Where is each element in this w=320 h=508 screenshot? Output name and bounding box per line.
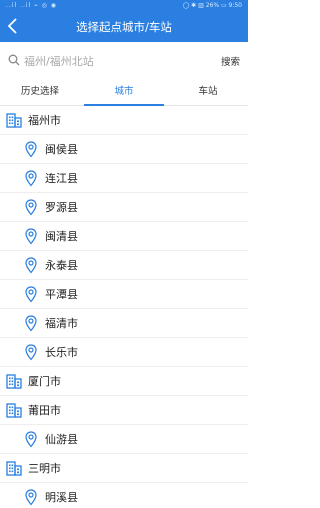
location-pin-icon <box>25 170 37 187</box>
location-pin-icon <box>25 344 37 361</box>
county-row[interactable]: 仙游县 <box>0 425 248 454</box>
location-pin-icon <box>25 315 37 332</box>
county-row[interactable]: 罗源县 <box>0 193 248 222</box>
location-pin-icon <box>25 228 37 245</box>
county-label: 永泰县 <box>45 259 78 272</box>
city-label: 莆田市 <box>28 404 61 417</box>
city-row[interactable]: 三明市 <box>0 454 248 483</box>
county-row[interactable]: 闽侯县 <box>0 135 248 164</box>
county-row[interactable]: 福清市 <box>0 309 248 338</box>
status-bar-left: ..il ..il ⌁ ◎ ◉ <box>6 2 58 9</box>
city-row[interactable]: 厦门市 <box>0 367 248 396</box>
county-row[interactable]: 闽清县 <box>0 222 248 251</box>
county-label: 连江县 <box>45 172 78 185</box>
building-icon <box>6 403 22 418</box>
county-label: 闽侯县 <box>45 143 78 156</box>
county-label: 罗源县 <box>45 201 78 214</box>
location-pin-icon <box>25 257 37 274</box>
city-label: 厦门市 <box>28 375 61 388</box>
search-input[interactable] <box>24 51 204 71</box>
county-label: 平潭县 <box>45 288 78 301</box>
county-row[interactable]: 平潭县 <box>0 280 248 309</box>
city-label: 福州市 <box>28 114 61 127</box>
location-pin-icon <box>25 286 37 303</box>
location-pin-icon <box>25 141 37 158</box>
search-button[interactable]: 搜索 <box>221 54 240 68</box>
county-row[interactable]: 永泰县 <box>0 251 248 280</box>
tab-bar: 历史选择 城市 车站 <box>0 78 248 106</box>
search-icon <box>8 54 20 66</box>
county-row[interactable]: 长乐市 <box>0 338 248 367</box>
city-row[interactable]: 莆田市 <box>0 396 248 425</box>
county-label: 闽清县 <box>45 230 78 243</box>
status-bar: ..il ..il ⌁ ◎ ◉ ◯ ✱ ▥ 26% ▭ 9:50 <box>0 0 248 11</box>
status-bar-right: ◯ ✱ ▥ 26% ▭ 9:50 <box>182 2 242 9</box>
tab-history[interactable]: 历史选择 <box>0 78 80 106</box>
city-list: 福州市 闽侯县 连江县 罗源县 闽清县 永泰县 平潭县 福清市 长乐市 厦门市 … <box>0 106 248 508</box>
search-bar: 搜索 <box>0 42 248 78</box>
county-row[interactable]: 明溪县 <box>0 483 248 508</box>
building-icon <box>6 113 22 128</box>
county-label: 福清市 <box>45 317 78 330</box>
location-pin-icon <box>25 199 37 216</box>
location-pin-icon <box>25 431 37 448</box>
page-title: 选择起点城市/车站 <box>76 20 172 34</box>
building-icon <box>6 461 22 476</box>
search-box <box>6 51 206 71</box>
building-icon <box>6 374 22 389</box>
county-label: 长乐市 <box>45 346 78 359</box>
county-label: 明溪县 <box>45 491 78 504</box>
app-header: ..il ..il ⌁ ◎ ◉ ◯ ✱ ▥ 26% ▭ 9:50 选择起点城市/… <box>0 0 248 42</box>
city-row[interactable]: 福州市 <box>0 106 248 135</box>
location-pin-icon <box>25 489 37 506</box>
county-row[interactable]: 连江县 <box>0 164 248 193</box>
city-label: 三明市 <box>28 462 61 475</box>
tab-city[interactable]: 城市 <box>84 78 164 106</box>
county-label: 仙游县 <box>45 433 78 446</box>
tab-station[interactable]: 车站 <box>168 78 248 106</box>
